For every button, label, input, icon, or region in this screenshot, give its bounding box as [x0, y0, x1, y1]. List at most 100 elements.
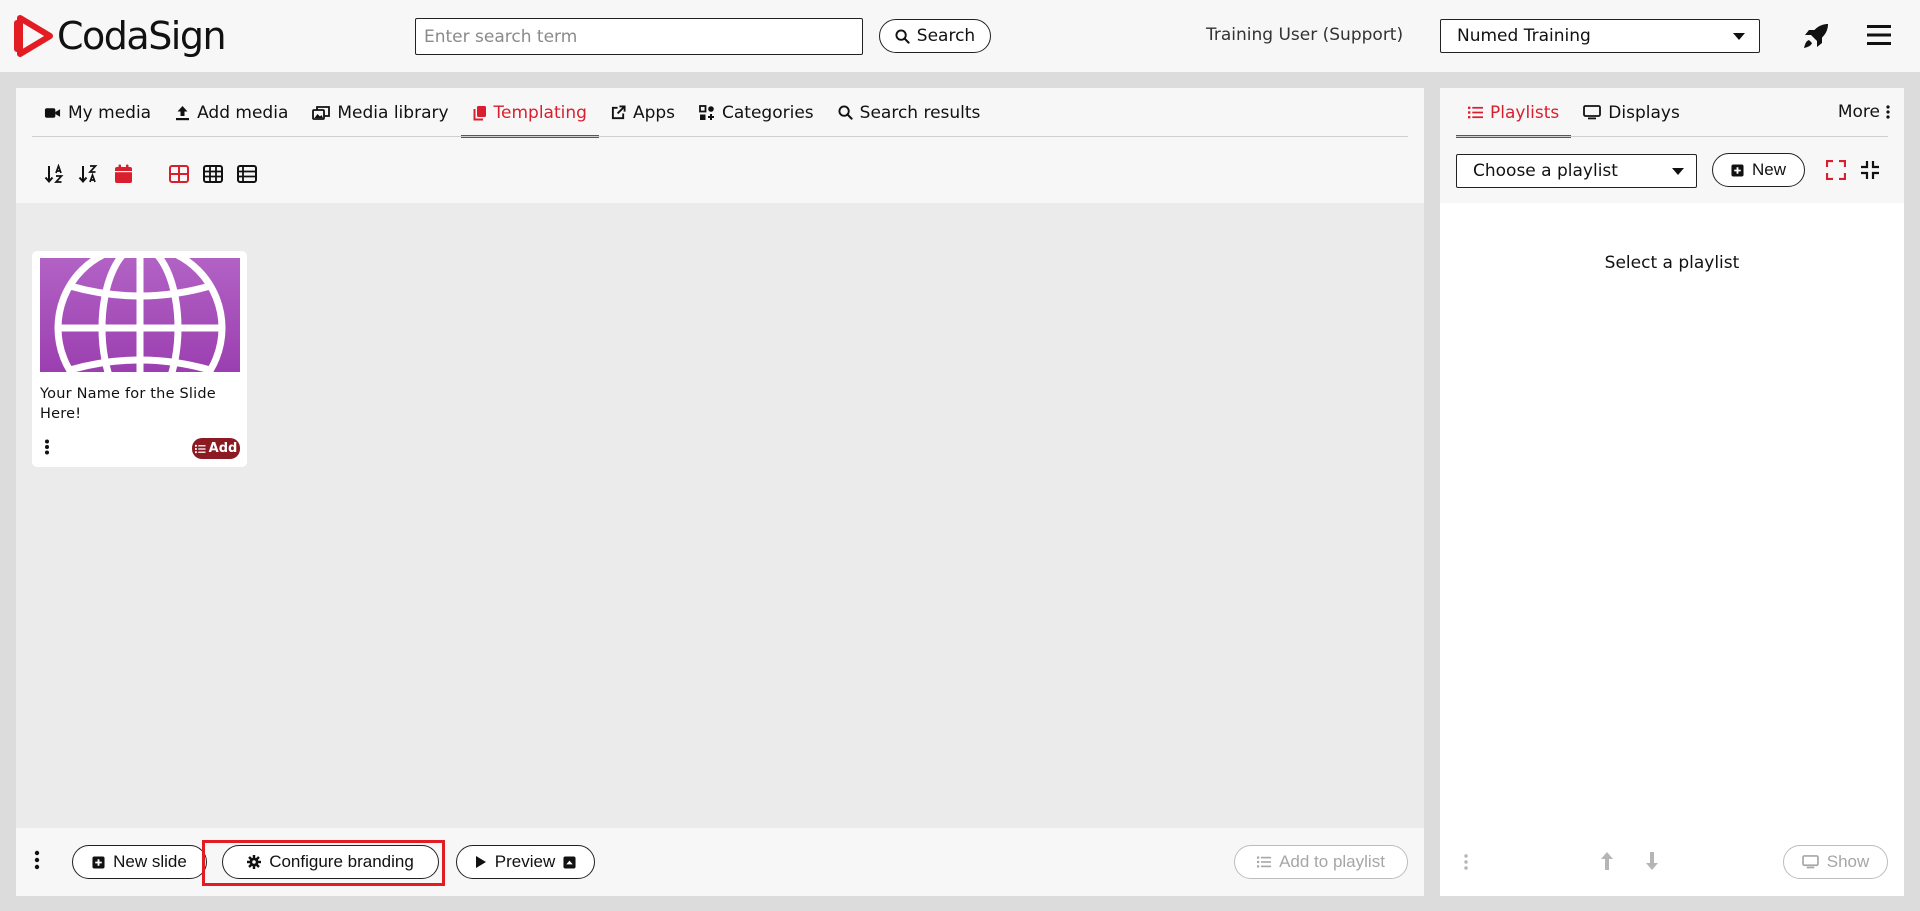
tab-templating[interactable]: Templating [460, 88, 600, 138]
list-icon [237, 165, 257, 183]
sort-alpha-desc-icon [78, 165, 98, 184]
sort-alpha-asc-button[interactable] [38, 160, 72, 188]
organisation-select[interactable]: Numed Training [1440, 19, 1760, 53]
rocket-icon[interactable] [1801, 21, 1831, 51]
list-icon [194, 444, 206, 453]
logo-text: CodaSign [57, 14, 227, 58]
top-header: CodaSign Search Training User (Support) … [0, 0, 1920, 72]
caret-down-icon [1733, 33, 1745, 40]
playlist-panel-header: Playlists Displays More Choose a playlis… [1440, 88, 1904, 203]
playlist-panel: Playlists Displays More Choose a playlis… [1440, 88, 1904, 896]
tab-displays[interactable]: Displays [1571, 88, 1692, 137]
sort-alpha-desc-button[interactable] [72, 160, 106, 188]
grid-large-icon [169, 165, 189, 183]
tab-my-media[interactable]: My media [32, 88, 163, 137]
tabs-divider [32, 136, 1408, 137]
add-to-playlist-badge[interactable]: Add [192, 438, 240, 459]
show-label: Show [1826, 852, 1870, 871]
tab-apps[interactable]: Apps [599, 88, 687, 137]
template-thumbnail [40, 258, 240, 372]
grid-small-icon [203, 165, 223, 183]
new-slide-label: New slide [113, 852, 187, 871]
view-grid-large-button[interactable] [162, 160, 196, 188]
tab-playlists[interactable]: Playlists [1456, 88, 1572, 138]
playlist-select[interactable]: Choose a playlist [1456, 154, 1697, 188]
empty-state-message: Select a playlist [1604, 253, 1740, 273]
open-window-icon [563, 855, 576, 869]
plus-square-icon [92, 855, 105, 869]
media-tabs: My media Add media Media library Templat… [32, 88, 1424, 138]
tab-media-library[interactable]: Media library [300, 88, 460, 137]
play-icon [475, 856, 486, 868]
add-badge-label: Add [208, 441, 238, 456]
playlist-tabs: Playlists Displays [1456, 88, 1888, 138]
tab-categories[interactable]: Categories [687, 88, 826, 137]
tab-label: Templating [493, 102, 587, 123]
media-panel-header: My media Add media Media library Templat… [16, 88, 1424, 203]
new-playlist-label: New [1751, 160, 1786, 179]
media-panel: My media Add media Media library Templat… [16, 88, 1424, 896]
preview-label: Preview [494, 852, 556, 871]
list-icon [1257, 856, 1272, 868]
search-icon [895, 28, 910, 44]
playlist-content: Select a playlist [1440, 203, 1904, 828]
tab-label: Add media [197, 102, 289, 123]
list-icon [1468, 106, 1483, 119]
new-slide-button[interactable]: New slide [72, 845, 207, 879]
search-input[interactable] [415, 18, 863, 55]
video-camera-icon [44, 107, 61, 118]
user-label: Training User (Support) [1206, 25, 1404, 45]
sort-alpha-asc-icon [44, 164, 64, 184]
arrow-up-icon[interactable] [1600, 851, 1614, 871]
tab-label: Categories [722, 102, 814, 123]
search-icon [838, 105, 853, 120]
hamburger-menu-icon[interactable] [1866, 23, 1892, 47]
tab-search-results[interactable]: Search results [826, 88, 993, 137]
collapse-icon[interactable] [1860, 160, 1880, 180]
monitor-icon [1801, 855, 1819, 869]
more-label: More [1837, 102, 1880, 122]
codasign-logo[interactable]: CodaSign [14, 14, 227, 58]
copy-icon [473, 105, 486, 120]
kebab-menu-icon[interactable] [44, 439, 50, 455]
highlight-box [202, 840, 445, 886]
more-menu-button[interactable]: More [1838, 102, 1890, 122]
monitor-icon [1583, 105, 1602, 120]
view-toolbar [38, 160, 264, 188]
playlist-panel-footer: Show [1440, 828, 1904, 896]
view-list-button[interactable] [230, 160, 264, 188]
logo-play-icon [14, 15, 53, 57]
tab-label: Displays [1608, 102, 1680, 123]
tab-label: Apps [632, 102, 676, 123]
tab-add-media[interactable]: Add media [163, 88, 300, 137]
search-button-label: Search [916, 26, 976, 46]
expand-icon[interactable] [1826, 160, 1846, 180]
tab-label: My media [68, 102, 152, 123]
add-to-playlist-button[interactable]: Add to playlist [1234, 845, 1408, 879]
arrow-down-icon[interactable] [1645, 851, 1659, 871]
template-card[interactable]: Your Name for the Slide Here! Add [32, 251, 247, 467]
caret-down-icon [1672, 168, 1684, 175]
playlist-select-value: Choose a playlist [1473, 161, 1618, 181]
view-grid-small-button[interactable] [196, 160, 230, 188]
external-link-icon [611, 105, 626, 120]
show-button[interactable]: Show [1783, 845, 1888, 879]
tab-label: Playlists [1490, 102, 1560, 123]
add-to-playlist-label: Add to playlist [1279, 852, 1385, 871]
template-card-title: Your Name for the Slide Here! [40, 386, 216, 422]
new-playlist-button[interactable]: New [1712, 153, 1805, 187]
calendar-icon [114, 164, 132, 183]
organisation-select-value: Numed Training [1457, 26, 1591, 46]
upload-icon [176, 105, 190, 120]
kebab-menu-icon [1886, 105, 1890, 119]
more-actions-icon[interactable] [1464, 854, 1468, 870]
tab-label: Search results [859, 102, 981, 123]
search-button[interactable]: Search [879, 19, 991, 53]
categories-icon [699, 104, 715, 120]
tab-label: Media library [337, 102, 449, 123]
sort-date-button[interactable] [106, 160, 140, 188]
plus-square-icon [1731, 163, 1744, 177]
preview-button[interactable]: Preview [456, 845, 595, 879]
more-actions-icon[interactable] [34, 850, 40, 870]
globe-icon [54, 258, 226, 372]
